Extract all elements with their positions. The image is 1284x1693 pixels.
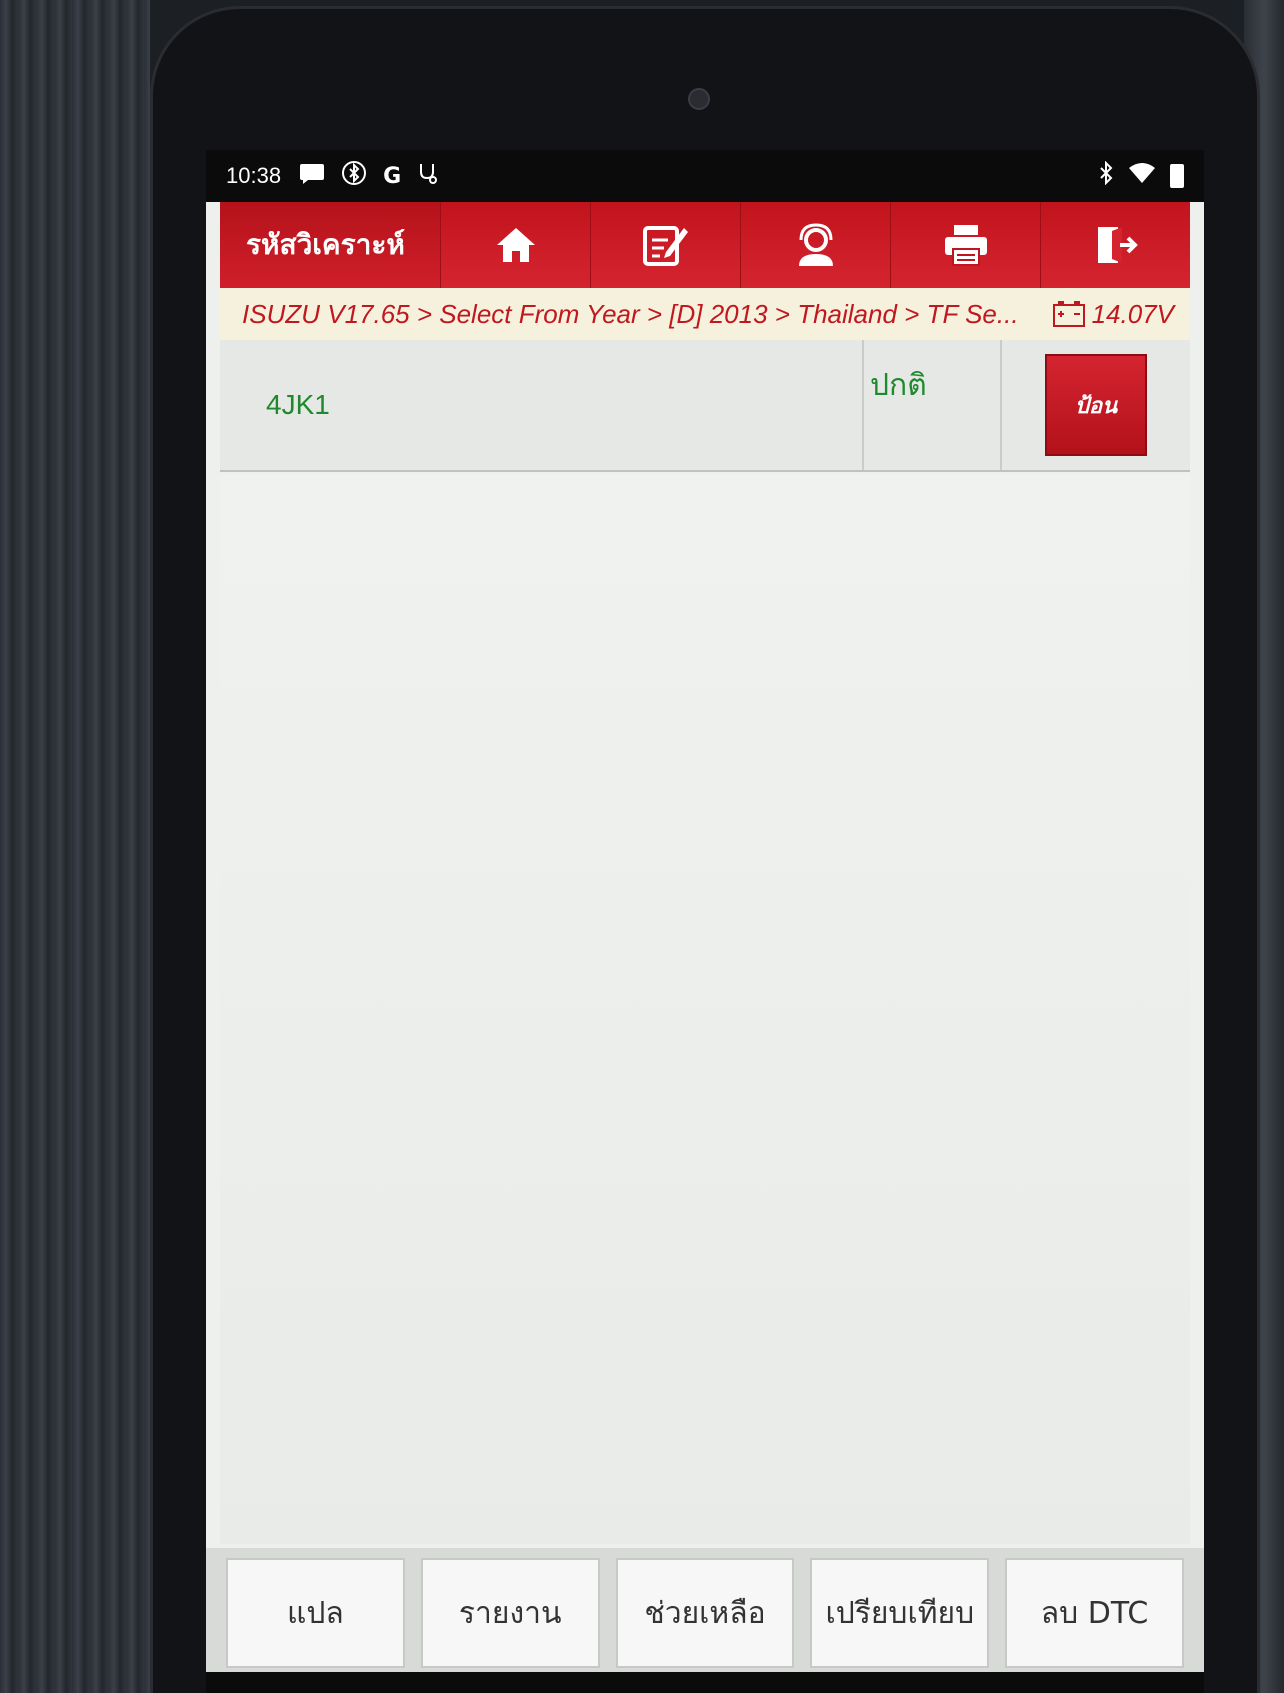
wifi-icon [1128,162,1156,190]
voltage-value: 14.07V [1091,298,1174,329]
edit-button[interactable] [590,202,740,288]
main-toolbar: รหัสวิเคราะห์ [220,202,1190,288]
enter-button[interactable]: ป้อน [1045,354,1147,456]
system-status: ปกติ [864,340,1002,470]
exit-button[interactable] [1040,202,1190,288]
message-icon [299,162,325,190]
action-cell: ป้อน [1002,340,1190,470]
device-screen: 10:38 G รหัสวิเคราะห์ ISUZU V17.65 > Sel… [206,150,1204,1693]
print-button[interactable] [890,202,1040,288]
translate-button[interactable]: แปล [226,1558,405,1668]
car-battery-icon [1052,301,1085,327]
google-icon: G [383,163,402,189]
front-camera [688,88,710,110]
compare-button[interactable]: เปรียบเทียบ [810,1558,990,1668]
clear-dtc-button[interactable]: ลบ DTC [1005,1558,1184,1668]
battery-icon [1170,164,1184,188]
clock: 10:38 [226,163,282,188]
help-button[interactable]: ช่วยเหลือ [615,1558,795,1668]
bluetooth-circle-icon [341,160,367,192]
bluetooth-icon [1098,160,1114,191]
stethoscope-icon [417,162,439,190]
exit-icon [1097,227,1138,263]
status-bar: 10:38 G [206,150,1204,202]
content-area [220,474,1190,1544]
system-name: 4JK1 [220,340,864,470]
breadcrumb: ISUZU V17.65 > Select From Year > [D] 20… [220,288,1190,340]
support-icon [798,223,833,266]
tablet-case-left [0,0,150,1693]
breadcrumb-path: ISUZU V17.65 > Select From Year > [D] 20… [242,298,1019,329]
report-button[interactable]: รายงาน [420,1558,600,1668]
android-nav-bar [206,1672,1204,1693]
edit-icon [642,226,688,266]
print-icon [944,225,987,266]
support-button[interactable] [740,202,890,288]
home-button[interactable] [440,202,590,288]
table-row: 4JK1 ปกติ ป้อน [220,340,1190,472]
bottom-action-bar: แปล รายงาน ช่วยเหลือ เปรียบเทียบ ลบ DTC [206,1548,1204,1678]
home-icon [496,228,535,262]
battery-voltage: 14.07V [1052,299,1190,330]
toolbar-title: รหัสวิเคราะห์ [246,228,405,261]
status-bar-right [1098,160,1184,191]
